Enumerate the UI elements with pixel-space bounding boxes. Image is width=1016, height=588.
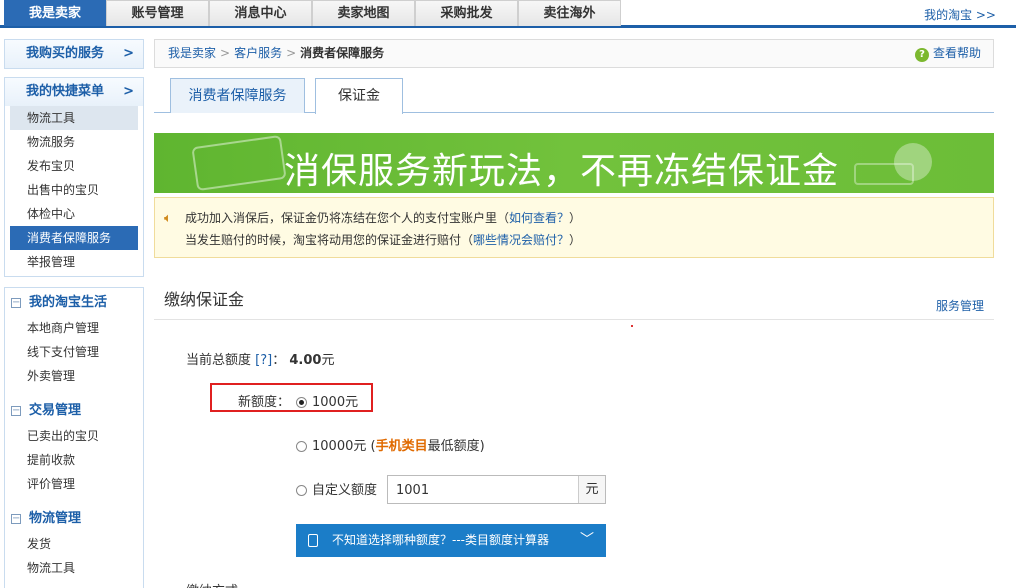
section-label: 交易管理 bbox=[29, 403, 82, 418]
section-header-taobao-life[interactable]: − 我的淘宝生活 bbox=[5, 290, 143, 316]
option-custom-label: 自定义额度 bbox=[312, 483, 378, 498]
payment-method-label: 缴纳方式 bbox=[186, 580, 238, 588]
sidebar-item-report-management[interactable]: 举报管理 bbox=[5, 250, 143, 274]
chevron-right-icon: > bbox=[123, 84, 134, 99]
stray-dot bbox=[631, 325, 633, 327]
sidebar-item-offline-payment[interactable]: 线下支付管理 bbox=[5, 340, 143, 364]
content-tabs: 消费者保障服务 保证金 bbox=[154, 78, 994, 114]
help-icon: ? bbox=[914, 48, 929, 62]
money-bag-icon bbox=[894, 143, 932, 181]
option-1000[interactable]: 1000元 bbox=[296, 391, 358, 410]
nav-tab-messages[interactable]: 消息中心 bbox=[209, 0, 312, 26]
breadcrumb-seller[interactable]: 我是卖家 bbox=[168, 46, 216, 60]
sidebar-sections: − 我的淘宝生活 本地商户管理 线下支付管理 外卖管理 − 交易管理 已卖出的宝贝 … bbox=[4, 287, 144, 588]
sidebar-item-logistics-tools-2[interactable]: 物流工具 bbox=[5, 556, 143, 580]
collapse-icon[interactable]: − bbox=[11, 405, 21, 416]
custom-quota-input[interactable]: 1001 元 bbox=[387, 475, 606, 504]
nav-tab-seller[interactable]: 我是卖家 bbox=[4, 0, 106, 26]
notice-line-1: 成功加入消保后，保证金仍将冻结在您个人的支付宝账户里（如何查看？） bbox=[185, 207, 993, 229]
current-total-value: 4.00 bbox=[289, 353, 322, 368]
tab-consumer-protection[interactable]: 消费者保障服务 bbox=[170, 78, 305, 113]
sidebar-item-sold-items[interactable]: 已卖出的宝贝 bbox=[5, 424, 143, 448]
compensation-cases-link[interactable]: 哪些情况会赔付？ bbox=[473, 233, 569, 247]
speaker-icon: 🔈︎ bbox=[164, 211, 172, 226]
sidebar-bought-services: 我购买的服务 > bbox=[4, 39, 144, 69]
current-total-row: 当前总额度 [?]： 4.00元 bbox=[186, 349, 334, 368]
my-taobao-link[interactable]: 我的淘宝 >> bbox=[924, 6, 996, 23]
sidebar-item-reviews[interactable]: 评价管理 bbox=[5, 472, 143, 496]
calculator-text: 不知道选择哪种额度？---类目额度计算器 bbox=[332, 533, 549, 547]
notice-line-2: 当发生赔付的时候，淘宝将动用您的保证金进行赔付（哪些情况会赔付？） bbox=[185, 229, 993, 251]
nav-tab-wholesale[interactable]: 采购批发 bbox=[415, 0, 518, 26]
bought-services-label: 我购买的服务 bbox=[26, 46, 105, 61]
custom-quota-value: 1001 bbox=[396, 483, 430, 498]
sidebar-item-ship[interactable]: 发货 bbox=[5, 532, 143, 556]
collapse-icon[interactable]: − bbox=[11, 513, 21, 524]
current-total-unit: 元 bbox=[321, 353, 335, 368]
tab-deposit[interactable]: 保证金 bbox=[315, 78, 403, 114]
sidebar-item-health-check[interactable]: 体检中心 bbox=[5, 202, 143, 226]
option-10000[interactable]: 10000元 (手机类目最低额度) bbox=[296, 435, 485, 454]
option-custom[interactable]: 自定义额度 bbox=[296, 479, 377, 498]
breadcrumb-current: 消费者保障服务 bbox=[300, 46, 385, 60]
nav-tab-account[interactable]: 账号管理 bbox=[106, 0, 209, 26]
custom-quota-unit: 元 bbox=[578, 476, 605, 503]
breadcrumb-separator: > bbox=[220, 46, 231, 60]
section-header-trade[interactable]: − 交易管理 bbox=[5, 398, 143, 424]
radio-10000[interactable] bbox=[296, 441, 307, 452]
section-title: 缴纳保证金 bbox=[164, 290, 245, 309]
notice-text: 当发生赔付的时候，淘宝将动用您的保证金进行赔付（ bbox=[185, 233, 474, 247]
option-10000-prefix: 10000元 ( bbox=[312, 439, 376, 454]
sidebar-item-local-merchant[interactable]: 本地商户管理 bbox=[5, 316, 143, 340]
quota-calculator-button[interactable]: 不知道选择哪种额度？---类目额度计算器 ﹀ bbox=[296, 524, 606, 557]
top-navigation: 我是卖家 账号管理 消息中心 卖家地图 采购批发 卖往海外 我的淘宝 >> bbox=[0, 0, 1016, 28]
sidebar-item-takeout[interactable]: 外卖管理 bbox=[5, 364, 143, 388]
total-help-link[interactable]: [?] bbox=[255, 353, 272, 368]
sidebar-item-publish-item[interactable]: 发布宝贝 bbox=[5, 154, 143, 178]
sidebar-item-advance-collection[interactable]: 提前收款 bbox=[5, 448, 143, 472]
notice-text: ） bbox=[569, 211, 582, 225]
chevron-down-icon: ﹀ bbox=[580, 532, 594, 548]
info-notice: 🔈︎ 成功加入消保后，保证金仍将冻结在您个人的支付宝账户里（如何查看？） 当发生… bbox=[154, 197, 994, 258]
section-header-logistics[interactable]: − 物流管理 bbox=[5, 506, 143, 532]
banner-text: 消保服务新玩法，不再冻结保证金 bbox=[284, 151, 840, 192]
sidebar-item-consumer-protection[interactable]: 消费者保障服务 bbox=[10, 226, 138, 250]
notice-text: ） bbox=[569, 233, 582, 247]
collapse-icon[interactable]: − bbox=[11, 297, 21, 308]
calculator-icon bbox=[308, 534, 318, 547]
section-label: 物流管理 bbox=[29, 511, 82, 526]
how-to-view-link[interactable]: 如何查看？ bbox=[509, 211, 569, 225]
current-total-label: 当前总额度 bbox=[186, 353, 252, 368]
notice-text: 成功加入消保后，保证金仍将冻结在您个人的支付宝账户里（ bbox=[185, 211, 510, 225]
nav-tab-seller-map[interactable]: 卖家地图 bbox=[312, 0, 415, 26]
service-management-link[interactable]: 服务管理 bbox=[936, 297, 984, 314]
banner-decoration bbox=[191, 134, 287, 192]
breadcrumb: 我是卖家 > 客户服务 > 消费者保障服务 ? 查看帮助 bbox=[154, 39, 994, 68]
radio-1000[interactable] bbox=[296, 397, 307, 408]
help-link[interactable]: ? 查看帮助 bbox=[914, 40, 981, 67]
sidebar-item-logistics-tools[interactable]: 物流工具 bbox=[10, 106, 138, 130]
divider bbox=[154, 319, 994, 320]
option-10000-category: 手机类目 bbox=[375, 439, 428, 454]
promo-banner: 消保服务新玩法，不再冻结保证金 bbox=[154, 133, 994, 193]
quick-menu-header[interactable]: 我的快捷菜单 > bbox=[5, 78, 143, 106]
total-colon: ： bbox=[272, 353, 286, 368]
breadcrumb-separator: > bbox=[286, 46, 297, 60]
chevron-right-icon: > bbox=[123, 46, 134, 61]
sidebar-item-items-on-sale[interactable]: 出售中的宝贝 bbox=[5, 178, 143, 202]
bought-services-header[interactable]: 我购买的服务 > bbox=[5, 40, 143, 68]
nav-tab-overseas[interactable]: 卖往海外 bbox=[518, 0, 621, 26]
sidebar-item-logistics-service[interactable]: 物流服务 bbox=[5, 130, 143, 154]
help-label: 查看帮助 bbox=[932, 46, 981, 60]
breadcrumb-customer-service[interactable]: 客户服务 bbox=[234, 46, 282, 60]
section-label: 我的淘宝生活 bbox=[29, 295, 108, 310]
new-quota-label: 新额度： bbox=[238, 395, 291, 410]
option-1000-label: 1000元 bbox=[312, 395, 359, 410]
quick-menu-label: 我的快捷菜单 bbox=[26, 84, 105, 99]
option-10000-suffix: 最低额度) bbox=[427, 439, 485, 454]
sidebar-quick-menu: 我的快捷菜单 > 物流工具 物流服务 发布宝贝 出售中的宝贝 体检中心 消费者保… bbox=[4, 77, 144, 277]
radio-custom[interactable] bbox=[296, 485, 307, 496]
